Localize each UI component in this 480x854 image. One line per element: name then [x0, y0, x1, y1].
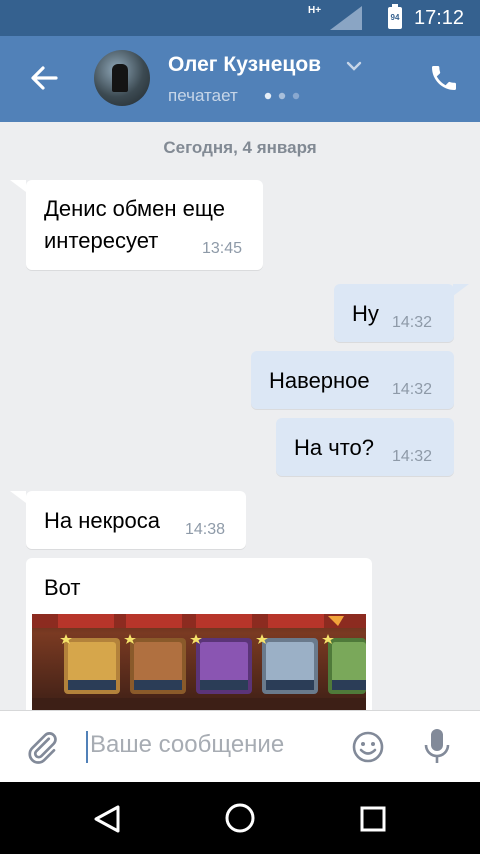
message-bubble-incoming[interactable]: Вот	[26, 558, 372, 710]
message-input[interactable]: Ваше сообщение	[90, 731, 284, 759]
message-text: Денис обмен еще	[44, 196, 225, 221]
nav-recents-icon[interactable]	[358, 804, 388, 834]
message-bubble-incoming[interactable]: На некроса 14:38	[26, 491, 246, 549]
message-bubble-outgoing[interactable]: На что? 14:32	[276, 418, 454, 476]
contact-name[interactable]: Олег Кузнецов	[168, 53, 321, 77]
signal-strength-icon	[330, 6, 362, 30]
back-arrow-icon[interactable]	[26, 60, 62, 96]
bubble-tail	[10, 491, 26, 503]
microphone-icon[interactable]	[422, 727, 452, 765]
message-text: Вот	[44, 575, 81, 600]
message-bubble-incoming[interactable]: Денис обмен еще интересует 13:45	[26, 180, 263, 270]
message-time: 13:45	[202, 240, 243, 257]
emoji-icon[interactable]	[350, 729, 386, 765]
typing-dots-icon	[264, 92, 300, 100]
message-time: 14:32	[392, 381, 433, 398]
chevron-down-icon[interactable]	[346, 60, 362, 72]
network-type-label: H+	[308, 5, 322, 16]
message-time: 14:32	[392, 448, 433, 465]
message-text: интересует	[44, 228, 159, 253]
message-text: На некроса	[44, 508, 160, 533]
date-separator: Сегодня, 4 января	[163, 138, 317, 157]
game-screenshot-art	[32, 614, 366, 710]
text-cursor	[86, 731, 88, 763]
status-time: 17:12	[414, 7, 465, 29]
phone-icon[interactable]	[428, 62, 460, 94]
chat-header: Олег Кузнецов печатает	[0, 36, 480, 122]
bubble-tail	[10, 180, 26, 192]
status-bar: H+ 94 17:12	[0, 0, 480, 36]
message-input-bar: Ваше сообщение	[0, 710, 480, 783]
typing-status: печатает	[168, 86, 238, 105]
game-screenshot-image[interactable]	[32, 614, 366, 710]
message-text: На что?	[294, 435, 374, 460]
attach-icon[interactable]	[24, 729, 60, 765]
nav-home-icon[interactable]	[222, 800, 258, 836]
message-bubble-outgoing[interactable]: Наверное 14:32	[251, 351, 454, 409]
message-time: 14:32	[392, 314, 433, 331]
message-text: Ну	[352, 301, 379, 326]
message-time: 14:38	[185, 521, 226, 538]
message-list[interactable]: Сегодня, 4 января Денис обмен еще интере…	[0, 122, 480, 710]
message-bubble-outgoing[interactable]: Ну 14:32	[334, 284, 454, 342]
contact-avatar[interactable]	[94, 50, 150, 106]
bubble-tail	[453, 284, 469, 296]
battery-icon: 94	[388, 4, 402, 29]
nav-back-icon[interactable]	[90, 802, 124, 836]
system-navigation-bar	[0, 782, 480, 854]
message-text: Наверное	[269, 368, 370, 393]
